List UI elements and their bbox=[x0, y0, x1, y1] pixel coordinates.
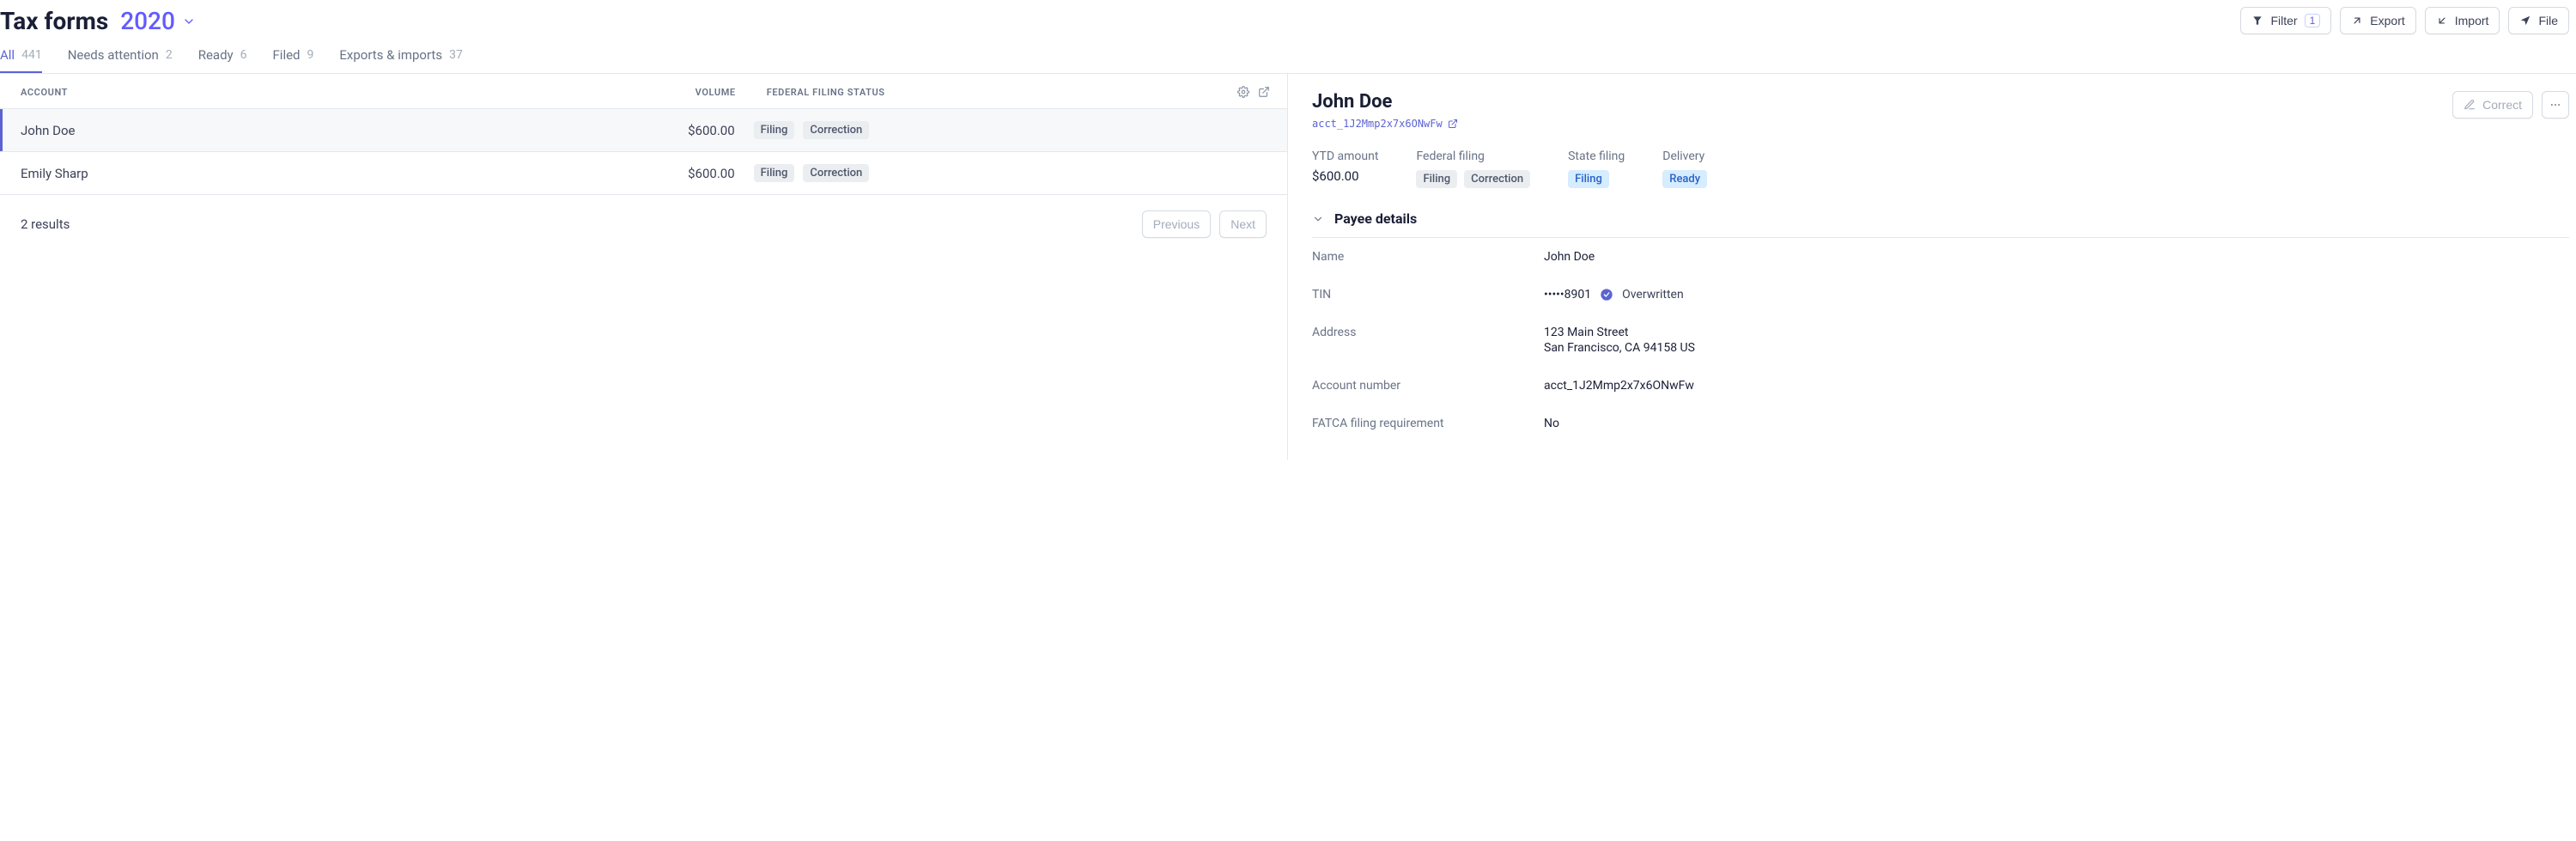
status-badge: Filing bbox=[754, 164, 795, 182]
correct-button[interactable]: Correct bbox=[2452, 91, 2533, 119]
export-label: Export bbox=[2370, 14, 2404, 27]
delivery-label: Delivery bbox=[1662, 149, 1707, 163]
payee-name-value: John Doe bbox=[1544, 250, 1595, 264]
payee-details-title: Payee details bbox=[1334, 210, 1417, 227]
tin-label: TIN bbox=[1312, 288, 1544, 302]
fatca-value: No bbox=[1544, 417, 1559, 430]
year-selector[interactable]: 2020 bbox=[120, 7, 196, 35]
external-link-icon[interactable] bbox=[1448, 119, 1458, 129]
tab-count: 2 bbox=[166, 48, 173, 62]
status-badge: Correction bbox=[803, 121, 869, 139]
address-line1: 123 Main Street bbox=[1544, 326, 1695, 339]
pencil-icon bbox=[2464, 99, 2476, 111]
payee-name-label: Name bbox=[1312, 250, 1544, 264]
tab-label: All bbox=[0, 47, 15, 63]
filter-count-badge: 1 bbox=[2305, 14, 2321, 27]
tin-note: Overwritten bbox=[1622, 288, 1684, 302]
tabs: All 441 Needs attention 2 Ready 6 Filed … bbox=[0, 35, 2576, 74]
table-row[interactable]: Emily Sharp $600.00 Filing Correction bbox=[0, 152, 1287, 195]
status-badge: Correction bbox=[1464, 170, 1530, 188]
status-badge: Filing bbox=[754, 121, 795, 139]
status-badge: Ready bbox=[1662, 170, 1707, 188]
filter-icon bbox=[2251, 15, 2263, 27]
status-badge: Filing bbox=[1416, 170, 1457, 188]
page-title: Tax forms bbox=[0, 7, 108, 35]
tab-label: Filed bbox=[273, 47, 301, 63]
account-id-link[interactable]: acct_1J2Mmp2x7x6ONwFw bbox=[1312, 118, 1443, 130]
col-volume: Volume bbox=[641, 87, 736, 98]
tab-ready[interactable]: Ready 6 bbox=[198, 47, 247, 73]
filter-label: Filter bbox=[2270, 14, 2297, 27]
tab-filed[interactable]: Filed 9 bbox=[273, 47, 314, 73]
federal-filing-label: Federal filing bbox=[1416, 149, 1530, 163]
check-circle-icon bbox=[1600, 288, 1613, 302]
table-row[interactable]: John Doe $600.00 Filing Correction bbox=[0, 109, 1287, 152]
more-horizontal-icon bbox=[2549, 99, 2561, 111]
cell-volume: $600.00 bbox=[641, 123, 735, 138]
account-number-value: acct_1J2Mmp2x7x6ONwFw bbox=[1544, 379, 1694, 393]
previous-button[interactable]: Previous bbox=[1142, 210, 1211, 238]
tab-all[interactable]: All 441 bbox=[0, 47, 42, 73]
tab-count: 37 bbox=[449, 48, 463, 62]
send-icon bbox=[2519, 15, 2531, 27]
tab-needs-attention[interactable]: Needs attention 2 bbox=[68, 47, 173, 73]
ytd-label: YTD amount bbox=[1312, 149, 1378, 163]
arrow-down-left-icon bbox=[2436, 15, 2448, 27]
arrow-up-right-icon bbox=[2351, 15, 2363, 27]
chevron-down-icon bbox=[182, 15, 196, 28]
file-label: File bbox=[2538, 14, 2558, 27]
tab-exports-imports[interactable]: Exports & imports 37 bbox=[339, 47, 462, 73]
detail-name: John Doe bbox=[1312, 91, 1458, 113]
cell-account: Emily Sharp bbox=[21, 166, 641, 181]
results-count: 2 results bbox=[21, 216, 70, 232]
col-status: Federal Filing Status bbox=[767, 87, 1229, 98]
year-value: 2020 bbox=[120, 7, 175, 35]
import-label: Import bbox=[2455, 14, 2489, 27]
status-badge: Filing bbox=[1568, 170, 1609, 188]
ytd-value: $600.00 bbox=[1312, 168, 1378, 184]
status-badge: Correction bbox=[803, 164, 869, 182]
tab-count: 9 bbox=[307, 48, 314, 62]
address-line2: San Francisco, CA 94158 US bbox=[1544, 341, 1695, 355]
cell-account: John Doe bbox=[21, 123, 641, 138]
tab-label: Ready bbox=[198, 47, 234, 63]
previous-label: Previous bbox=[1153, 217, 1200, 231]
table-header: Account Volume Federal Filing Status bbox=[0, 74, 1287, 109]
file-button[interactable]: File bbox=[2508, 7, 2569, 34]
gear-icon[interactable] bbox=[1237, 86, 1249, 98]
tab-count: 441 bbox=[21, 48, 42, 62]
chevron-down-icon bbox=[1312, 213, 1324, 225]
filter-button[interactable]: Filter 1 bbox=[2240, 7, 2331, 34]
tab-label: Exports & imports bbox=[339, 47, 442, 63]
account-number-label: Account number bbox=[1312, 379, 1544, 393]
fatca-label: FATCA filing requirement bbox=[1312, 417, 1544, 430]
next-button[interactable]: Next bbox=[1219, 210, 1267, 238]
tin-value: •••••8901 bbox=[1544, 288, 1591, 302]
tab-label: Needs attention bbox=[68, 47, 159, 63]
state-filing-label: State filing bbox=[1568, 149, 1625, 163]
tab-count: 6 bbox=[240, 48, 247, 62]
address-label: Address bbox=[1312, 326, 1544, 355]
export-button[interactable]: Export bbox=[2340, 7, 2415, 34]
external-link-icon[interactable] bbox=[1258, 86, 1270, 98]
correct-label: Correct bbox=[2482, 98, 2522, 112]
col-account: Account bbox=[21, 87, 641, 98]
import-button[interactable]: Import bbox=[2425, 7, 2500, 34]
next-label: Next bbox=[1230, 217, 1255, 231]
cell-volume: $600.00 bbox=[641, 166, 735, 181]
payee-details-toggle[interactable]: Payee details bbox=[1312, 205, 2569, 238]
more-button[interactable] bbox=[2542, 91, 2569, 119]
